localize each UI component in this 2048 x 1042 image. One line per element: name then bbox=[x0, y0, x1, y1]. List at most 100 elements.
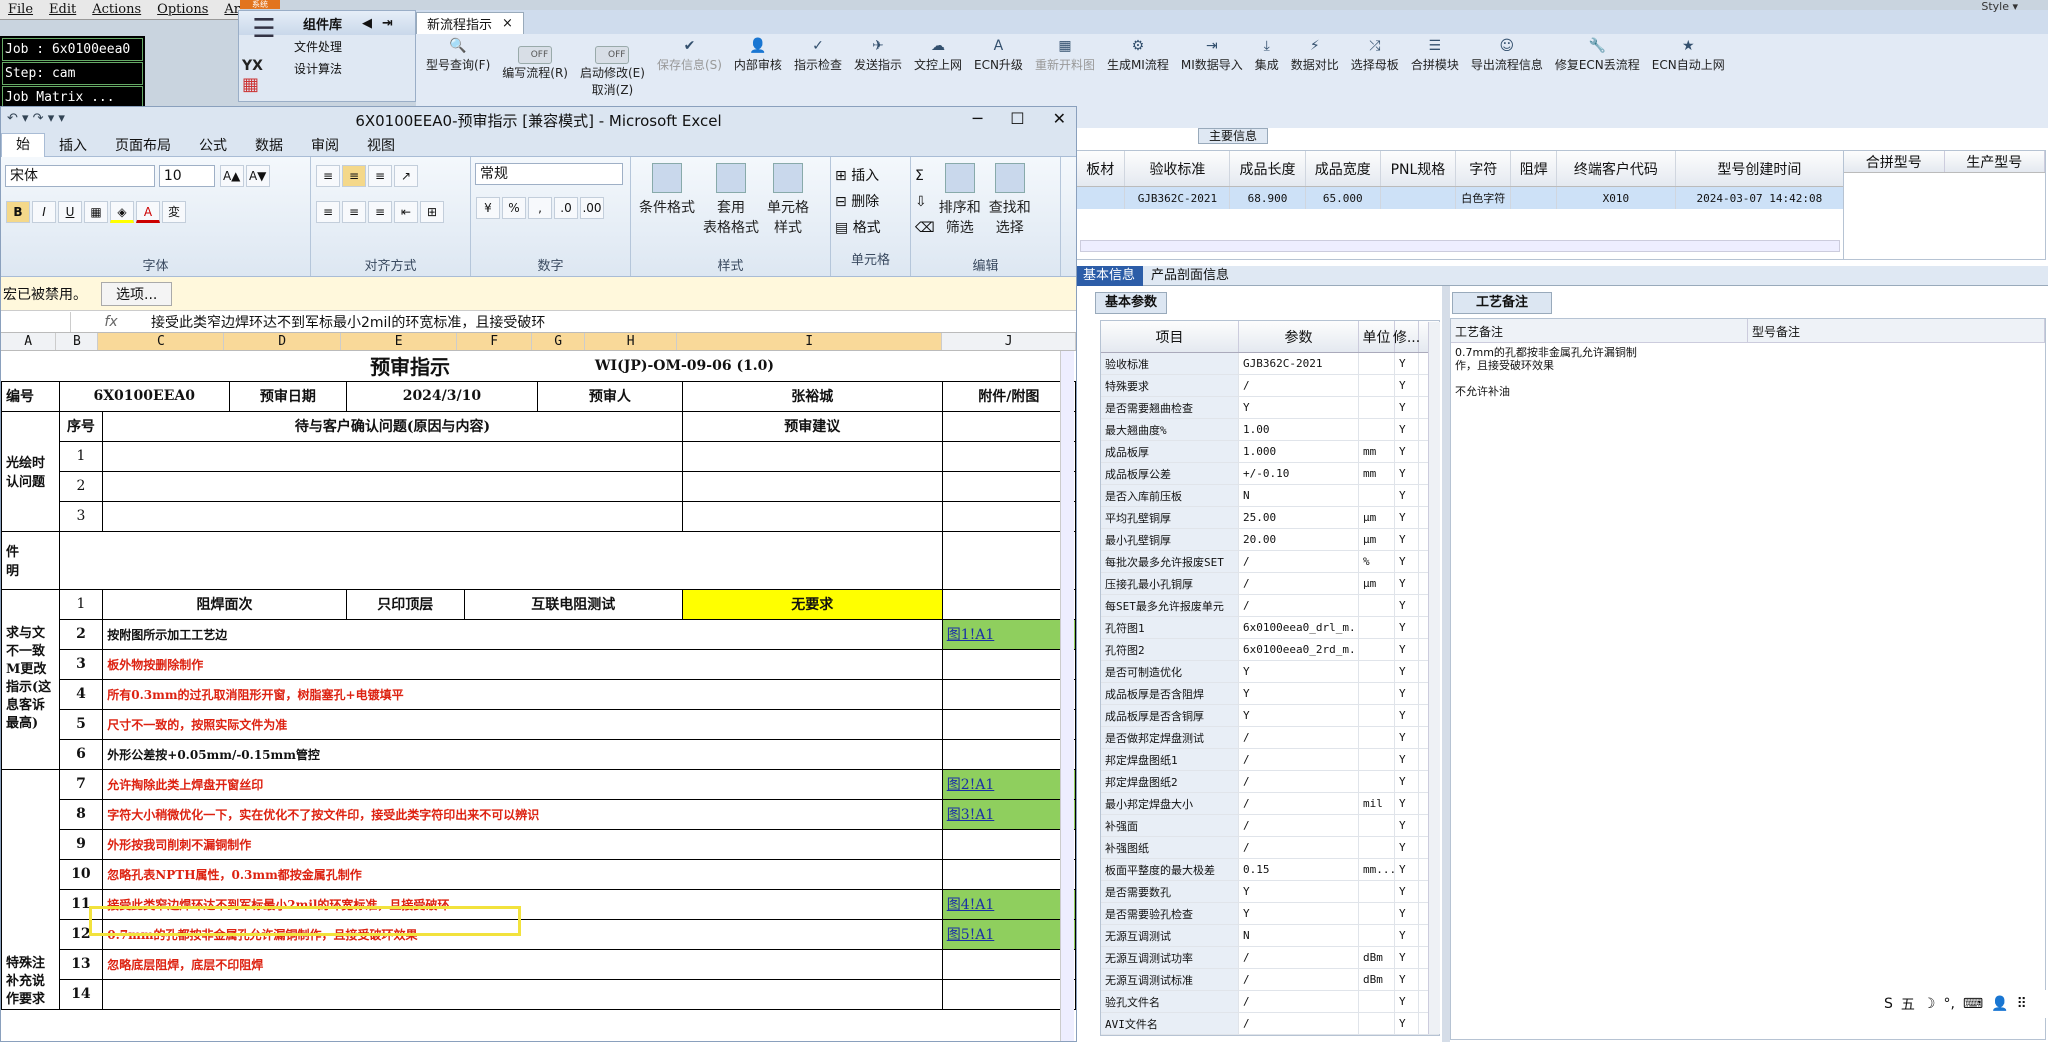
column-header[interactable]: I bbox=[677, 333, 943, 350]
border-icon[interactable]: ▦ bbox=[84, 201, 108, 223]
fx-icon[interactable]: fx bbox=[71, 314, 151, 330]
column-header[interactable]: H bbox=[585, 333, 677, 350]
ribbon-tool-18[interactable]: ★ ECN自动上网 bbox=[1646, 38, 1731, 73]
pin-icon[interactable]: ⇥ bbox=[382, 16, 393, 31]
vertical-scrollbar[interactable] bbox=[1428, 322, 1440, 1034]
table-row[interactable]: 邦定焊盘图纸2/ Y bbox=[1101, 771, 1439, 793]
excel-tab-2[interactable]: 页面布局 bbox=[101, 135, 185, 155]
table-row[interactable]: 是否需要翘曲检查 Y Y bbox=[1101, 397, 1439, 419]
comma-icon[interactable]: , bbox=[528, 197, 552, 219]
maximize-icon[interactable]: ☐ bbox=[1010, 109, 1024, 128]
toggle-icon[interactable]: OFF bbox=[595, 46, 630, 64]
bold-button[interactable]: B bbox=[6, 201, 30, 223]
format-button[interactable]: ▤ 格式 bbox=[835, 215, 906, 241]
menu-item-1[interactable]: Edit bbox=[41, 2, 84, 17]
col-item[interactable]: 项目 bbox=[1101, 321, 1239, 352]
clear-icon[interactable]: ⌫ bbox=[915, 215, 935, 241]
tab-craft-notes[interactable]: 工艺备注 bbox=[1452, 292, 1552, 314]
table-row[interactable]: 最小邦定焊盘大小 / mil Y bbox=[1101, 793, 1439, 815]
table-row[interactable]: 成品板厚是否含阻焊 Y Y bbox=[1101, 683, 1439, 705]
table-row[interactable]: 平均孔壁铜厚 25.00 μm Y bbox=[1101, 507, 1439, 529]
col-header[interactable]: 终端客户代码 bbox=[1557, 151, 1676, 186]
ribbon-tool-14[interactable]: ⤮ 选择母板 bbox=[1345, 38, 1405, 73]
menu-item-0[interactable]: File bbox=[0, 2, 41, 17]
col-header[interactable]: 板材 bbox=[1076, 151, 1126, 186]
ribbon-tool-13[interactable]: ⚡ 数据对比 bbox=[1285, 38, 1345, 73]
conditional-format-button[interactable]: 条件格式 bbox=[639, 163, 695, 217]
name-box[interactable] bbox=[1, 311, 71, 332]
col-header[interactable]: 字符 bbox=[1456, 151, 1512, 186]
font-name-select[interactable]: 宋体 bbox=[5, 165, 155, 187]
inc-decimal-icon[interactable]: .0 bbox=[554, 197, 578, 219]
align-bottom-icon[interactable]: ≡ bbox=[368, 165, 392, 187]
excel-tab-3[interactable]: 公式 bbox=[185, 135, 241, 155]
ribbon-tool-9[interactable]: ▦ 重新开料图 bbox=[1029, 38, 1101, 73]
font-size-select[interactable]: 10 bbox=[158, 165, 215, 187]
ribbon-tool-16[interactable]: ☺ 导出流程信息 bbox=[1465, 38, 1549, 73]
indent-icon[interactable]: ⇤ bbox=[394, 201, 418, 223]
fill-color-icon[interactable]: ◈ bbox=[110, 201, 134, 223]
table-row[interactable]: GJB362C-2021 68.900 65.000 白色字符 X010 2024-03-… bbox=[1076, 187, 1844, 209]
ribbon-tool-10[interactable]: ⚙ 生成MI流程 bbox=[1101, 38, 1175, 73]
col-header[interactable]: 验收标准 bbox=[1125, 151, 1231, 186]
font-color-icon[interactable]: A bbox=[136, 201, 160, 223]
ribbon-tool-6[interactable]: ✈ 发送指示 bbox=[848, 38, 908, 73]
ribbon-tool-8[interactable]: A ECN升级 bbox=[968, 38, 1029, 73]
cancel-label[interactable]: 取消(Z) bbox=[592, 81, 634, 98]
tray-icon-2[interactable]: ☽ bbox=[1923, 996, 1936, 1012]
close-tab-icon[interactable]: × bbox=[502, 16, 513, 31]
column-header[interactable]: C bbox=[98, 333, 225, 350]
ribbon-tool-0[interactable]: 🔍 型号查询(F) bbox=[420, 38, 496, 73]
ribbon-tool-17[interactable]: 🔧 修复ECN丢流程 bbox=[1549, 38, 1646, 73]
cell-style-button[interactable]: 单元格 样式 bbox=[767, 163, 809, 237]
align-right-icon[interactable]: ≡ bbox=[368, 201, 392, 223]
ribbon-tool-12[interactable]: ⤓ 集成 bbox=[1249, 38, 1285, 73]
column-header[interactable]: F bbox=[457, 333, 532, 350]
table-row[interactable]: 无源互调测试功率 / dBm Y bbox=[1101, 947, 1439, 969]
table-row[interactable]: 孔符图2 6x0100eea0_2rd_m... Y bbox=[1101, 639, 1439, 661]
table-row[interactable]: 是否需要数孔 Y Y bbox=[1101, 881, 1439, 903]
minimize-icon[interactable]: ─ bbox=[973, 109, 983, 128]
menu-item-3[interactable]: Options bbox=[149, 2, 216, 17]
macro-options-button[interactable]: 选项... bbox=[101, 281, 173, 306]
table-format-button[interactable]: 套用 表格格式 bbox=[703, 163, 759, 237]
quick-access-toolbar[interactable]: ↶ ▾ ↷ ▾ ▾ bbox=[7, 111, 65, 126]
align-center-icon[interactable]: ≡ bbox=[342, 201, 366, 223]
toggle-icon[interactable]: OFF bbox=[518, 46, 553, 64]
hamburger-menu-icon[interactable]: ☰ bbox=[238, 12, 290, 46]
sheet-scrollbar[interactable] bbox=[1060, 351, 1074, 1041]
table-row[interactable]: 成品板厚是否含铜厚 Y Y bbox=[1101, 705, 1439, 727]
table-row[interactable]: 特殊要求 / Y bbox=[1101, 375, 1439, 397]
align-top-icon[interactable]: ≡ bbox=[316, 165, 340, 187]
table-row[interactable]: 每批次最多允许报废SET /% Y bbox=[1101, 551, 1439, 573]
table-row[interactable]: 成品板厚 1.000 mm Y bbox=[1101, 441, 1439, 463]
table-row[interactable]: 补强图纸 / Y bbox=[1101, 837, 1439, 859]
tray-icon-0[interactable]: S bbox=[1884, 996, 1893, 1012]
ribbon-tool-11[interactable]: ⇥ MI数据导入 bbox=[1175, 38, 1249, 73]
close-icon[interactable]: ✕ bbox=[1053, 109, 1066, 128]
find-select-button[interactable]: 查找和 选择 bbox=[989, 163, 1031, 270]
column-header[interactable]: A bbox=[1, 333, 57, 350]
shrink-font-icon[interactable]: A▼ bbox=[245, 165, 270, 187]
orientation-icon[interactable]: ↗ bbox=[394, 165, 418, 187]
ribbon-tool-7[interactable]: ☁ 文控上网 bbox=[908, 38, 968, 73]
tray-icon-6[interactable]: ⠿ bbox=[2017, 996, 2027, 1012]
table-row[interactable]: 验收标准 GJB362C-2021 Y bbox=[1101, 353, 1439, 375]
table-row[interactable]: 无源互调测试 N Y bbox=[1101, 925, 1439, 947]
col-unit[interactable]: 单位 bbox=[1359, 321, 1395, 352]
attachment-link[interactable]: 图2!A1 bbox=[941, 768, 1077, 800]
tray-icon-3[interactable]: °, bbox=[1943, 996, 1954, 1012]
phonetic-icon[interactable]: 変 bbox=[162, 201, 186, 223]
tray-icon-1[interactable]: 五 bbox=[1901, 994, 1915, 1014]
col-header[interactable]: PNL规格 bbox=[1381, 151, 1457, 186]
table-row[interactable]: 最大翘曲度% 1.00 Y bbox=[1101, 419, 1439, 441]
attachment-link[interactable]: 图5!A1 bbox=[941, 918, 1077, 950]
excel-tab-1[interactable]: 插入 bbox=[45, 135, 101, 155]
currency-icon[interactable]: ¥ bbox=[476, 197, 500, 219]
table-row[interactable]: 补强面 / Y bbox=[1101, 815, 1439, 837]
panel-splitter[interactable] bbox=[1442, 286, 1450, 1042]
column-header[interactable]: B bbox=[56, 333, 99, 350]
col-header[interactable]: 成品长度 bbox=[1230, 151, 1306, 186]
sort-filter-button[interactable]: 排序和 筛选 bbox=[939, 163, 981, 270]
col-modify[interactable]: 修... bbox=[1393, 321, 1420, 352]
